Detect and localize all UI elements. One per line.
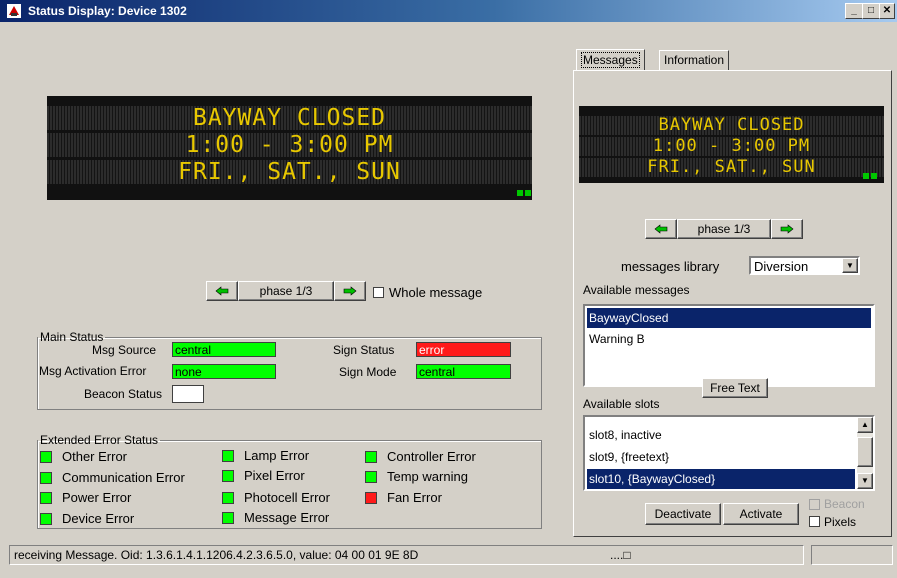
sign-line-2: 1:00 - 3:00 PM xyxy=(47,133,532,157)
sign-line-3: FRI., SAT., SUN xyxy=(47,160,532,184)
msg-source-field: central xyxy=(172,342,276,357)
extended-error-label: Controller Error xyxy=(387,449,476,464)
status-indicator xyxy=(222,492,234,504)
tab-information[interactable]: Information xyxy=(659,50,730,71)
preview-beacon-indicator xyxy=(863,173,869,179)
sign-status-label: Sign Status xyxy=(333,343,395,357)
extended-error-label: Pixel Error xyxy=(244,468,305,483)
available-slots-label: Available slots xyxy=(583,397,660,411)
extended-error-label: Device Error xyxy=(62,511,135,526)
tab-messages-label: Messages xyxy=(581,52,640,68)
available-slots-list[interactable]: slot8, inactive slot9, {freetext} slot10, … xyxy=(583,415,875,491)
beacon-status-label: Beacon Status xyxy=(84,387,163,401)
arrow-left-icon xyxy=(215,286,229,296)
slot-list-item[interactable]: slot10, {BaywayClosed} xyxy=(587,469,855,489)
status-indicator xyxy=(365,492,377,504)
preview-line-2: 1:00 - 3:00 PM xyxy=(579,137,884,156)
arrow-left-icon xyxy=(654,224,668,234)
status-indicator xyxy=(40,472,52,484)
free-text-button[interactable]: Free Text xyxy=(702,378,768,398)
msg-activation-error-field: none xyxy=(172,364,276,379)
beacon-status-field xyxy=(172,385,204,403)
messages-library-select[interactable]: Diversion ▼ xyxy=(749,256,860,275)
extended-error-legend: Extended Error Status xyxy=(40,433,159,447)
slot-list-item[interactable]: slot9, {freetext} xyxy=(587,447,855,467)
status-indicator xyxy=(222,470,234,482)
beacon-checkbox[interactable] xyxy=(809,499,820,510)
extended-error-label: Fan Error xyxy=(387,490,442,505)
app-icon xyxy=(7,4,21,18)
extended-error-label: Lamp Error xyxy=(244,448,310,463)
beacon-indicator xyxy=(517,190,523,196)
activate-button[interactable]: Activate xyxy=(723,503,799,525)
slot-list-item[interactable]: slot8, inactive xyxy=(587,425,855,445)
preview-prev-phase-button[interactable] xyxy=(645,219,677,239)
preview-line-1: BAYWAY CLOSED xyxy=(579,116,884,135)
status-indicator xyxy=(222,512,234,524)
sign-mode-label: Sign Mode xyxy=(339,365,397,379)
status-message-text: receiving Message. Oid: 1.3.6.1.4.1.1206… xyxy=(14,548,419,562)
chevron-down-icon[interactable]: ▼ xyxy=(842,258,858,273)
extended-error-label: Power Error xyxy=(62,490,132,505)
deactivate-button[interactable]: Deactivate xyxy=(645,503,721,525)
status-indicator xyxy=(365,451,377,463)
window-title: Status Display: Device 1302 xyxy=(28,4,187,18)
status-indicator xyxy=(40,451,52,463)
status-progress: ....□ xyxy=(610,548,631,562)
preview-line-3: FRI., SAT., SUN xyxy=(579,158,884,177)
message-list-item[interactable]: BaywayClosed xyxy=(587,308,871,328)
available-messages-label: Available messages xyxy=(583,283,690,297)
pixels-checkbox-label: Pixels xyxy=(824,515,857,529)
beacon-checkbox-label: Beacon xyxy=(824,497,865,511)
minimize-button[interactable]: _ xyxy=(845,3,863,19)
preview-beacon-indicator xyxy=(871,173,877,179)
scroll-up-icon[interactable]: ▲ xyxy=(857,417,873,433)
messages-library-label: messages library xyxy=(621,259,720,274)
arrow-right-icon xyxy=(780,224,794,234)
status-indicator xyxy=(222,450,234,462)
phase-label-button[interactable]: phase 1/3 xyxy=(238,281,334,301)
extended-error-label: Photocell Error xyxy=(244,490,330,505)
preview-next-phase-button[interactable] xyxy=(771,219,803,239)
sign-display: BAYWAY CLOSED 1:00 - 3:00 PM FRI., SAT.,… xyxy=(47,96,532,200)
msg-activation-error-label: Msg Activation Error xyxy=(39,364,147,378)
preview-sign-display: BAYWAY CLOSED 1:00 - 3:00 PM FRI., SAT.,… xyxy=(579,106,884,183)
status-indicator xyxy=(40,492,52,504)
prev-phase-button[interactable] xyxy=(206,281,238,301)
extended-error-label: Other Error xyxy=(62,449,128,464)
preview-phase-label-button[interactable]: phase 1/3 xyxy=(677,219,771,239)
beacon-indicator xyxy=(525,190,531,196)
next-phase-button[interactable] xyxy=(334,281,366,301)
messages-library-value: Diversion xyxy=(754,259,809,274)
main-status-legend: Main Status xyxy=(40,330,104,344)
status-bar-extra xyxy=(811,545,893,565)
available-messages-list[interactable]: BaywayClosed Warning B xyxy=(583,304,875,387)
tab-messages[interactable]: Messages xyxy=(576,49,645,70)
message-list-item[interactable]: Warning B xyxy=(587,329,871,349)
scroll-down-icon[interactable]: ▼ xyxy=(857,473,873,489)
maximize-button[interactable]: □ xyxy=(862,3,880,19)
arrow-right-icon xyxy=(343,286,357,296)
slots-scrollbar[interactable]: ▲ ▼ xyxy=(857,417,873,489)
sign-line-1: BAYWAY CLOSED xyxy=(47,106,532,130)
extended-error-label: Temp warning xyxy=(387,469,468,484)
sign-status-field: error xyxy=(416,342,511,357)
extended-error-label: Message Error xyxy=(244,510,330,525)
pixels-checkbox[interactable] xyxy=(809,516,820,527)
extended-error-label: Communication Error xyxy=(62,470,185,485)
status-indicator xyxy=(40,513,52,525)
sign-mode-field: central xyxy=(416,364,511,379)
status-bar-message: receiving Message. Oid: 1.3.6.1.4.1.1206… xyxy=(9,545,804,565)
scroll-thumb[interactable] xyxy=(857,437,873,467)
close-button[interactable]: ✕ xyxy=(879,3,895,19)
msg-source-label: Msg Source xyxy=(92,343,157,357)
whole-message-label: Whole message xyxy=(389,285,483,300)
whole-message-checkbox[interactable] xyxy=(373,287,384,298)
status-indicator xyxy=(365,471,377,483)
